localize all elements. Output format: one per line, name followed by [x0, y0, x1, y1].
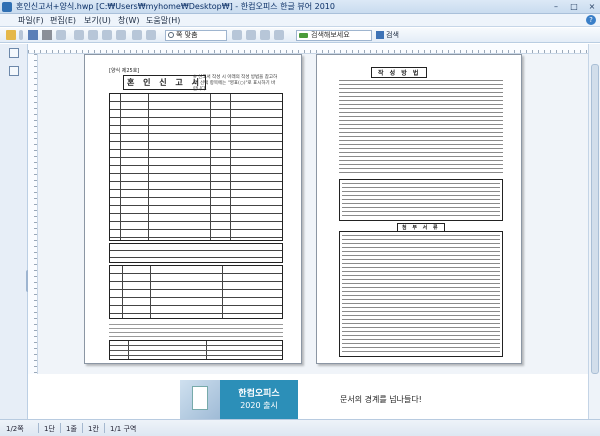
- side-panel: [0, 44, 30, 419]
- zoom-value: 쪽 맞춤: [176, 31, 198, 39]
- close-button[interactable]: ×: [584, 0, 600, 13]
- window-title: 혼인신고서+양식.hwp [C:₩Users₩myhome₩Desktop₩] …: [16, 2, 335, 11]
- scroll-thumb[interactable]: [591, 64, 599, 374]
- open-folder-icon[interactable]: [6, 30, 16, 40]
- page-up-icon[interactable]: [102, 30, 112, 40]
- form-note: ※ 신고서 작성 시 아래의 작성 방법을 참고하고, 선택 항목에는 "영표(…: [193, 75, 278, 92]
- bookmark-icon[interactable]: [9, 66, 19, 76]
- menu-help[interactable]: 도움말(H): [146, 15, 180, 26]
- horizontal-ruler: [28, 44, 588, 54]
- form-table-witness: [109, 265, 283, 319]
- search-button[interactable]: 검색: [376, 30, 399, 41]
- menu-file[interactable]: 파일(F): [18, 15, 44, 26]
- attachments-box: [339, 231, 503, 357]
- instructions-text: [339, 77, 503, 175]
- promo-slogan: 문서의 경계를 넘나들다!: [340, 395, 422, 404]
- search-engine-icon: [299, 33, 308, 38]
- full-screen-icon[interactable]: [274, 30, 284, 40]
- print-icon[interactable]: [42, 30, 52, 40]
- dual-page-icon[interactable]: [146, 30, 156, 40]
- fit-page-icon[interactable]: [260, 30, 270, 40]
- find-icon[interactable]: [88, 30, 98, 40]
- print-preview-icon[interactable]: [56, 30, 66, 40]
- zoom-out-icon[interactable]: [232, 30, 242, 40]
- search-placeholder: 검색해보세요: [311, 31, 350, 39]
- status-line: 1줄: [66, 425, 77, 433]
- page-list-icon[interactable]: [9, 48, 19, 58]
- vertical-scrollbar[interactable]: [588, 44, 600, 419]
- copy-icon[interactable]: [74, 30, 84, 40]
- status-section: 1단: [44, 425, 55, 433]
- page-down-icon[interactable]: [116, 30, 126, 40]
- form-table-main: [109, 93, 283, 241]
- form-number: [양식 제25호]: [109, 68, 140, 74]
- menu-view[interactable]: 보기(U): [84, 15, 111, 26]
- status-column: 1칸: [88, 425, 99, 433]
- product-box-image: [180, 380, 220, 419]
- status-page: 1/2쪽: [6, 425, 24, 433]
- maximize-button[interactable]: □: [566, 0, 582, 13]
- menu-window[interactable]: 창(W): [118, 15, 140, 26]
- instructions-box: [339, 179, 503, 221]
- zoom-select[interactable]: 쪽 맞춤: [165, 30, 227, 41]
- search-button-label: 검색: [386, 31, 399, 39]
- magnifier-icon: [168, 32, 174, 38]
- status-bar: 1/2쪽 1단 1줄 1칸 1/1 구역: [0, 419, 600, 436]
- minimize-button[interactable]: –: [548, 0, 564, 13]
- promo-line-1: 한컴오피스: [238, 389, 280, 399]
- search-input[interactable]: 검색해보세요: [296, 30, 372, 41]
- vertical-ruler: [28, 54, 38, 374]
- status-area: 1/1 구역: [110, 425, 137, 433]
- document-page-2[interactable]: 작 성 방 법 첨 부 서 류: [316, 54, 522, 364]
- hwp-app-icon: [2, 2, 12, 12]
- promo-banner[interactable]: 한컴오피스 2020 출시 문서의 경계를 넘나들다!: [180, 380, 442, 419]
- help-icon[interactable]: ?: [586, 15, 596, 25]
- zoom-in-icon[interactable]: [246, 30, 256, 40]
- form-fine-print: [109, 321, 283, 339]
- form-table-section: [109, 243, 283, 263]
- open-dropdown-icon[interactable]: [19, 30, 23, 40]
- menu-bar: 파일(F) 편집(E) 보기(U) 창(W) 도움말(H) ?: [0, 14, 600, 27]
- search-icon: [376, 31, 384, 39]
- form-table-statistics: [109, 340, 283, 360]
- toolbar: 쪽 맞춤 검색해보세요 검색: [0, 28, 600, 43]
- menu-edit[interactable]: 편집(E): [50, 15, 76, 26]
- promo-line-2: 2020 출시: [240, 401, 278, 410]
- document-page-1[interactable]: [양식 제25호] 혼 인 신 고 서 ※ 신고서 작성 시 아래의 작성 방법…: [84, 54, 302, 364]
- title-bar: 혼인신고서+양식.hwp [C:₩Users₩myhome₩Desktop₩] …: [0, 0, 600, 14]
- save-icon[interactable]: [28, 30, 38, 40]
- single-page-icon[interactable]: [132, 30, 142, 40]
